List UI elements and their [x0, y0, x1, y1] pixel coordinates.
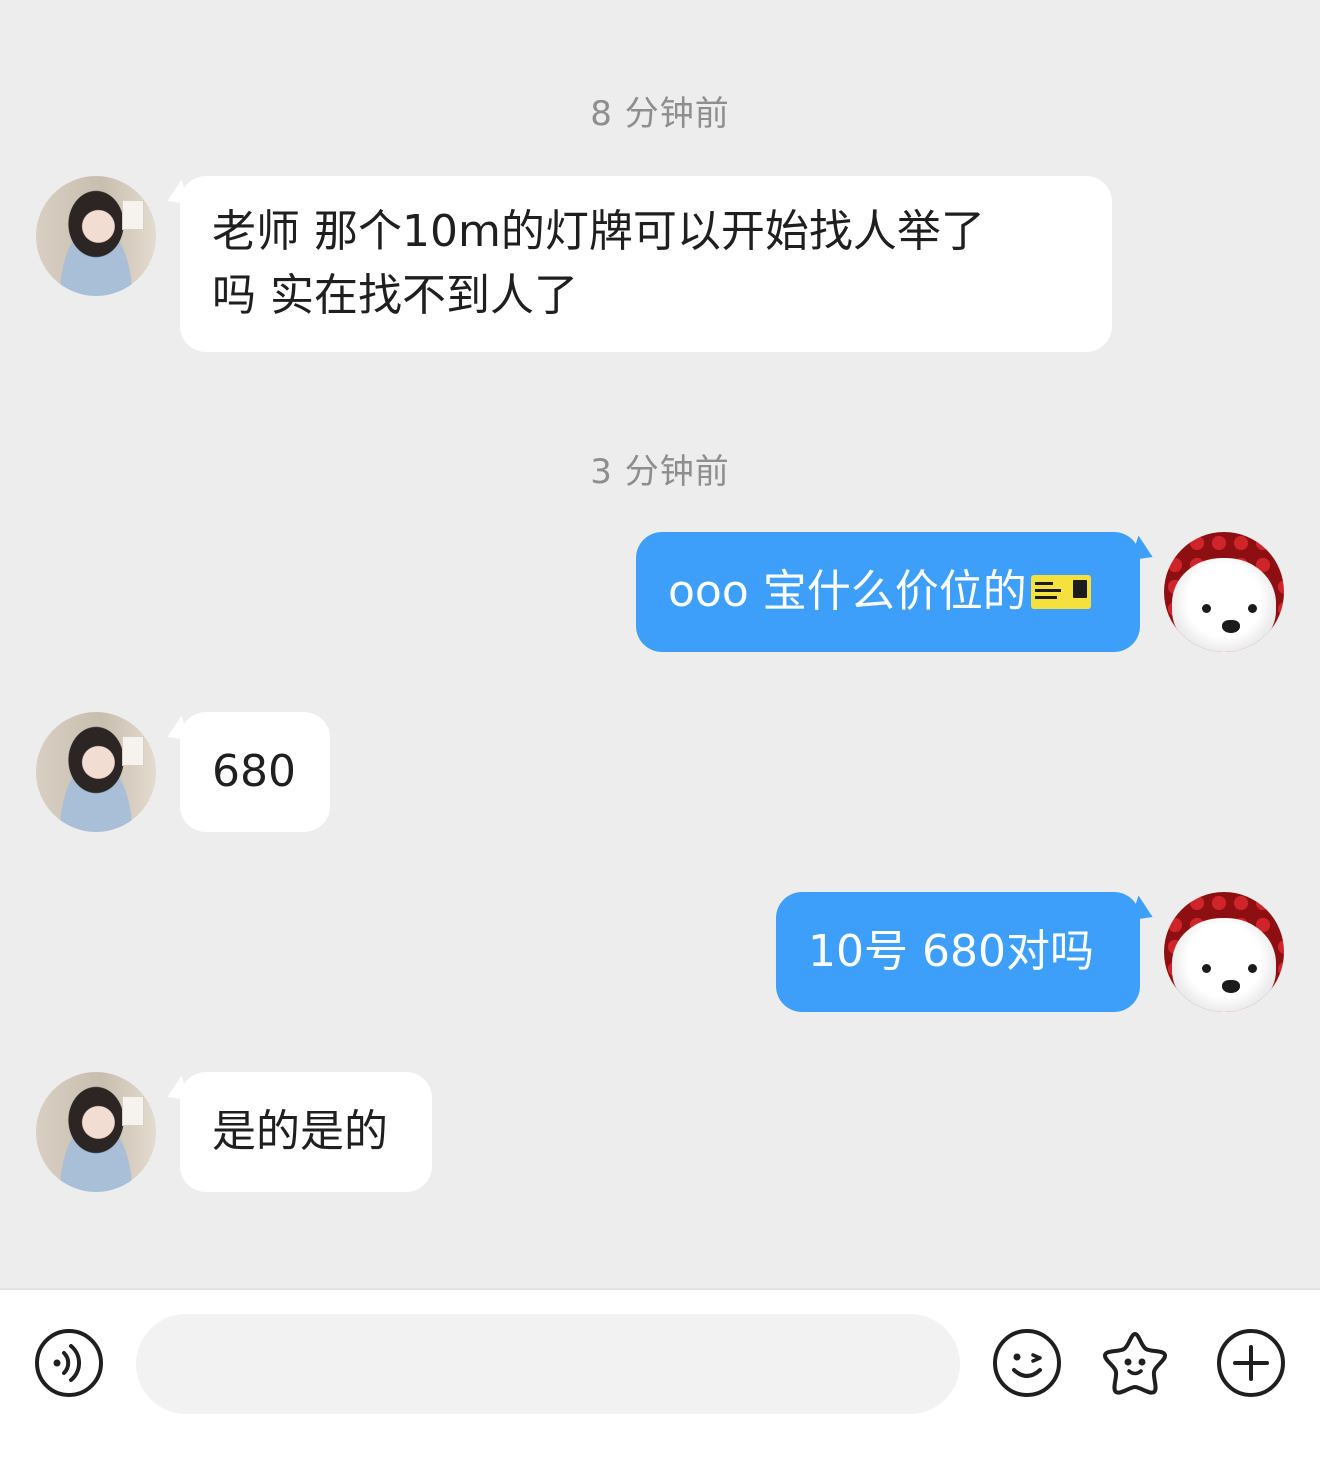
contact-avatar[interactable] — [36, 176, 156, 296]
my-avatar[interactable] — [1164, 892, 1284, 1012]
chat-area: 8 分钟前 老师 那个10m的灯牌可以开始找人举了 吗 实在找不到人了 3 分钟… — [0, 0, 1320, 1288]
ticket-zone-stub — [1072, 580, 1087, 598]
ticket-line — [1034, 589, 1061, 592]
message-text: 680 — [212, 746, 296, 797]
add-icon[interactable] — [1216, 1328, 1286, 1398]
message-text: ooo 宝什么价位的 — [668, 566, 1027, 617]
avatar-photo-detail — [122, 200, 144, 230]
dog-eye — [1248, 964, 1257, 973]
contact-avatar[interactable] — [36, 1072, 156, 1192]
dog-eye — [1202, 604, 1211, 613]
incoming-message-bubble[interactable]: 680 — [180, 712, 330, 832]
timestamp: 8 分钟前 — [590, 94, 730, 134]
timestamp: 3 分钟前 — [590, 452, 730, 492]
avatar-photo-detail — [122, 1096, 144, 1126]
dog-eye — [1202, 964, 1211, 973]
my-avatar[interactable] — [1164, 532, 1284, 652]
dog-eye — [1248, 604, 1257, 613]
contact-avatar[interactable] — [36, 712, 156, 832]
input-bar — [0, 1288, 1320, 1480]
message-text: 是的是的 — [212, 1106, 388, 1157]
ticket-line — [1034, 596, 1057, 599]
emoji-smile-icon[interactable] — [992, 1328, 1062, 1398]
message-text: 10号 680对吗 — [808, 926, 1094, 977]
message-input[interactable] — [136, 1314, 960, 1414]
ticket-line — [1034, 582, 1053, 585]
incoming-message-bubble[interactable]: 是的是的 — [180, 1072, 432, 1192]
incoming-message-bubble[interactable]: 老师 那个10m的灯牌可以开始找人举了 吗 实在找不到人了 — [180, 176, 1112, 352]
ticket-emoji — [1030, 575, 1091, 609]
dog-nose — [1222, 620, 1240, 633]
dog-face — [1172, 558, 1276, 652]
sticker-star-icon[interactable] — [1100, 1328, 1170, 1398]
dog-face — [1172, 918, 1276, 1012]
outgoing-message-bubble[interactable]: ooo 宝什么价位的 — [636, 532, 1140, 652]
avatar-photo-detail — [122, 736, 144, 766]
message-text: 老师 那个10m的灯牌可以开始找人举了 吗 实在找不到人了 — [212, 206, 985, 321]
dog-nose — [1222, 980, 1240, 993]
outgoing-message-bubble[interactable]: 10号 680对吗 — [776, 892, 1140, 1012]
voice-icon[interactable] — [34, 1328, 104, 1398]
